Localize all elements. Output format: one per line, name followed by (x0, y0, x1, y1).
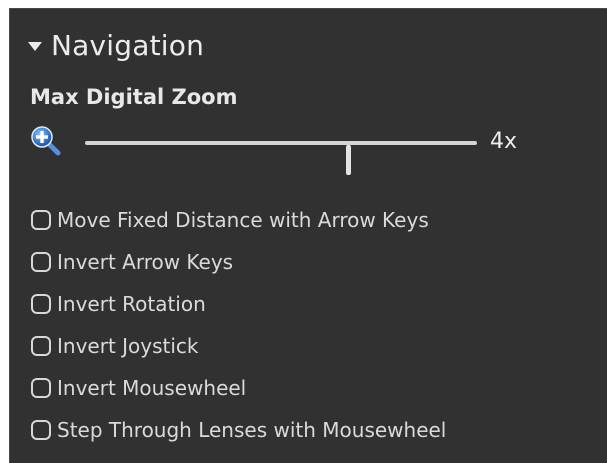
checkbox[interactable] (31, 252, 51, 272)
option-label: Move Fixed Distance with Arrow Keys (57, 208, 429, 232)
option-step-through-lenses[interactable]: Step Through Lenses with Mousewheel (31, 409, 446, 451)
option-move-fixed-distance[interactable]: Move Fixed Distance with Arrow Keys (31, 199, 446, 241)
zoom-slider-row: 4x (30, 123, 550, 175)
option-invert-mousewheel[interactable]: Invert Mousewheel (31, 367, 446, 409)
checkbox[interactable] (31, 336, 51, 356)
option-invert-rotation[interactable]: Invert Rotation (31, 283, 446, 325)
section-title: Navigation (51, 28, 205, 62)
max-digital-zoom-label: Max Digital Zoom (30, 85, 238, 109)
caret-down-icon[interactable] (28, 41, 42, 51)
option-label: Invert Joystick (57, 334, 199, 358)
option-label: Invert Arrow Keys (57, 250, 234, 274)
option-invert-arrow-keys[interactable]: Invert Arrow Keys (31, 241, 446, 283)
navigation-section-header[interactable]: Navigation (28, 25, 204, 65)
checkbox[interactable] (31, 420, 51, 440)
zoom-in-icon (31, 126, 61, 156)
option-label: Invert Mousewheel (57, 376, 247, 400)
navigation-options-list: Move Fixed Distance with Arrow Keys Inve… (31, 199, 446, 451)
checkbox[interactable] (31, 294, 51, 314)
option-invert-joystick[interactable]: Invert Joystick (31, 325, 446, 367)
navigation-panel: Navigation Max Digital Zoom 4x Move Fixe… (9, 8, 607, 463)
option-label: Invert Rotation (57, 292, 206, 316)
max-zoom-slider[interactable] (85, 141, 477, 175)
checkbox[interactable] (31, 210, 51, 230)
option-label: Step Through Lenses with Mousewheel (57, 418, 447, 442)
checkbox[interactable] (31, 378, 51, 398)
slider-thumb[interactable] (345, 145, 351, 175)
zoom-value: 4x (490, 129, 518, 154)
